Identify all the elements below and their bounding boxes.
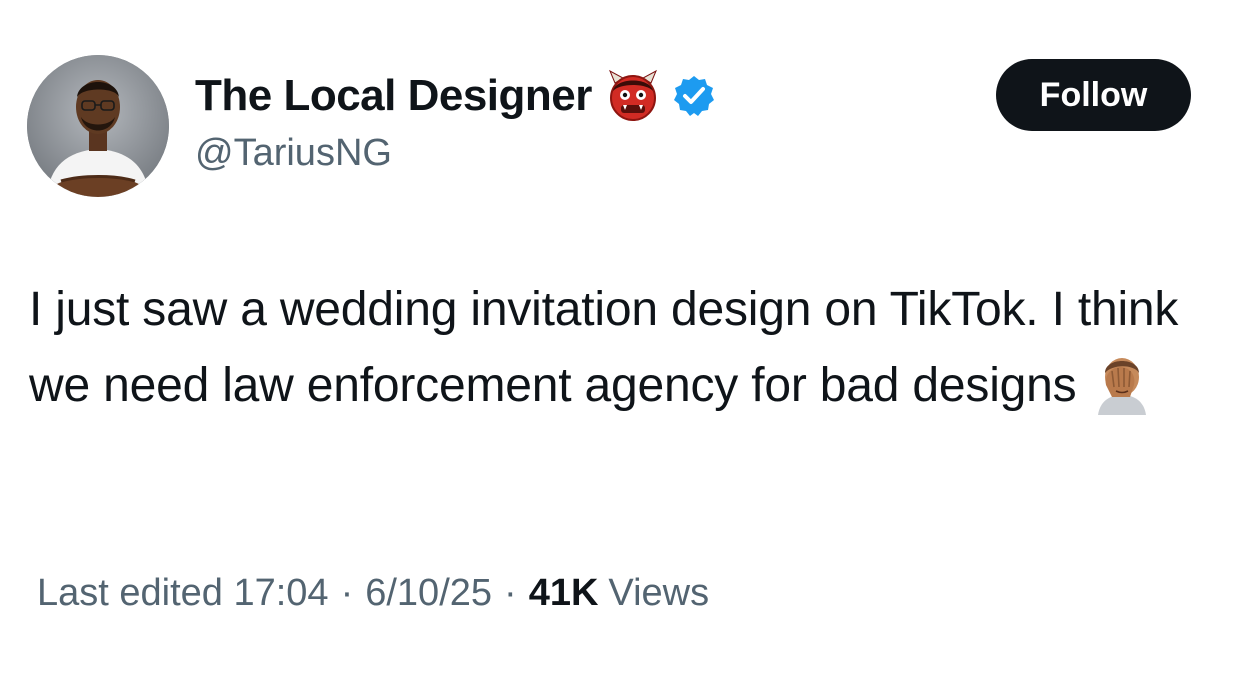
tweet-text-container: I just saw a wedding invitation design o… (29, 272, 1229, 424)
follow-button[interactable]: Follow (996, 59, 1191, 131)
japanese-ogre-icon (606, 69, 660, 123)
author-name-row: The Local Designer (195, 66, 716, 126)
author-avatar[interactable] (27, 55, 169, 197)
views-count: 41K (528, 572, 599, 614)
meta-separator: · (340, 572, 354, 614)
meta-separator: · (504, 572, 517, 614)
tweet-text: I just saw a wedding invitation design o… (29, 283, 1179, 412)
tweet-date[interactable]: 6/10/25 (365, 572, 492, 615)
avatar-photo (27, 55, 169, 197)
verified-badge-icon[interactable] (672, 74, 716, 118)
author-handle[interactable]: @TariusNG (195, 132, 392, 175)
edited-timestamp[interactable]: Last edited 17:04 (37, 572, 329, 615)
tweet-meta: Last edited 17:04 · 6/10/25 · 41K Views (37, 572, 709, 615)
person-facepalming-icon (1090, 351, 1154, 415)
views-label: Views (608, 572, 710, 614)
author-display-name[interactable]: The Local Designer (195, 71, 592, 121)
